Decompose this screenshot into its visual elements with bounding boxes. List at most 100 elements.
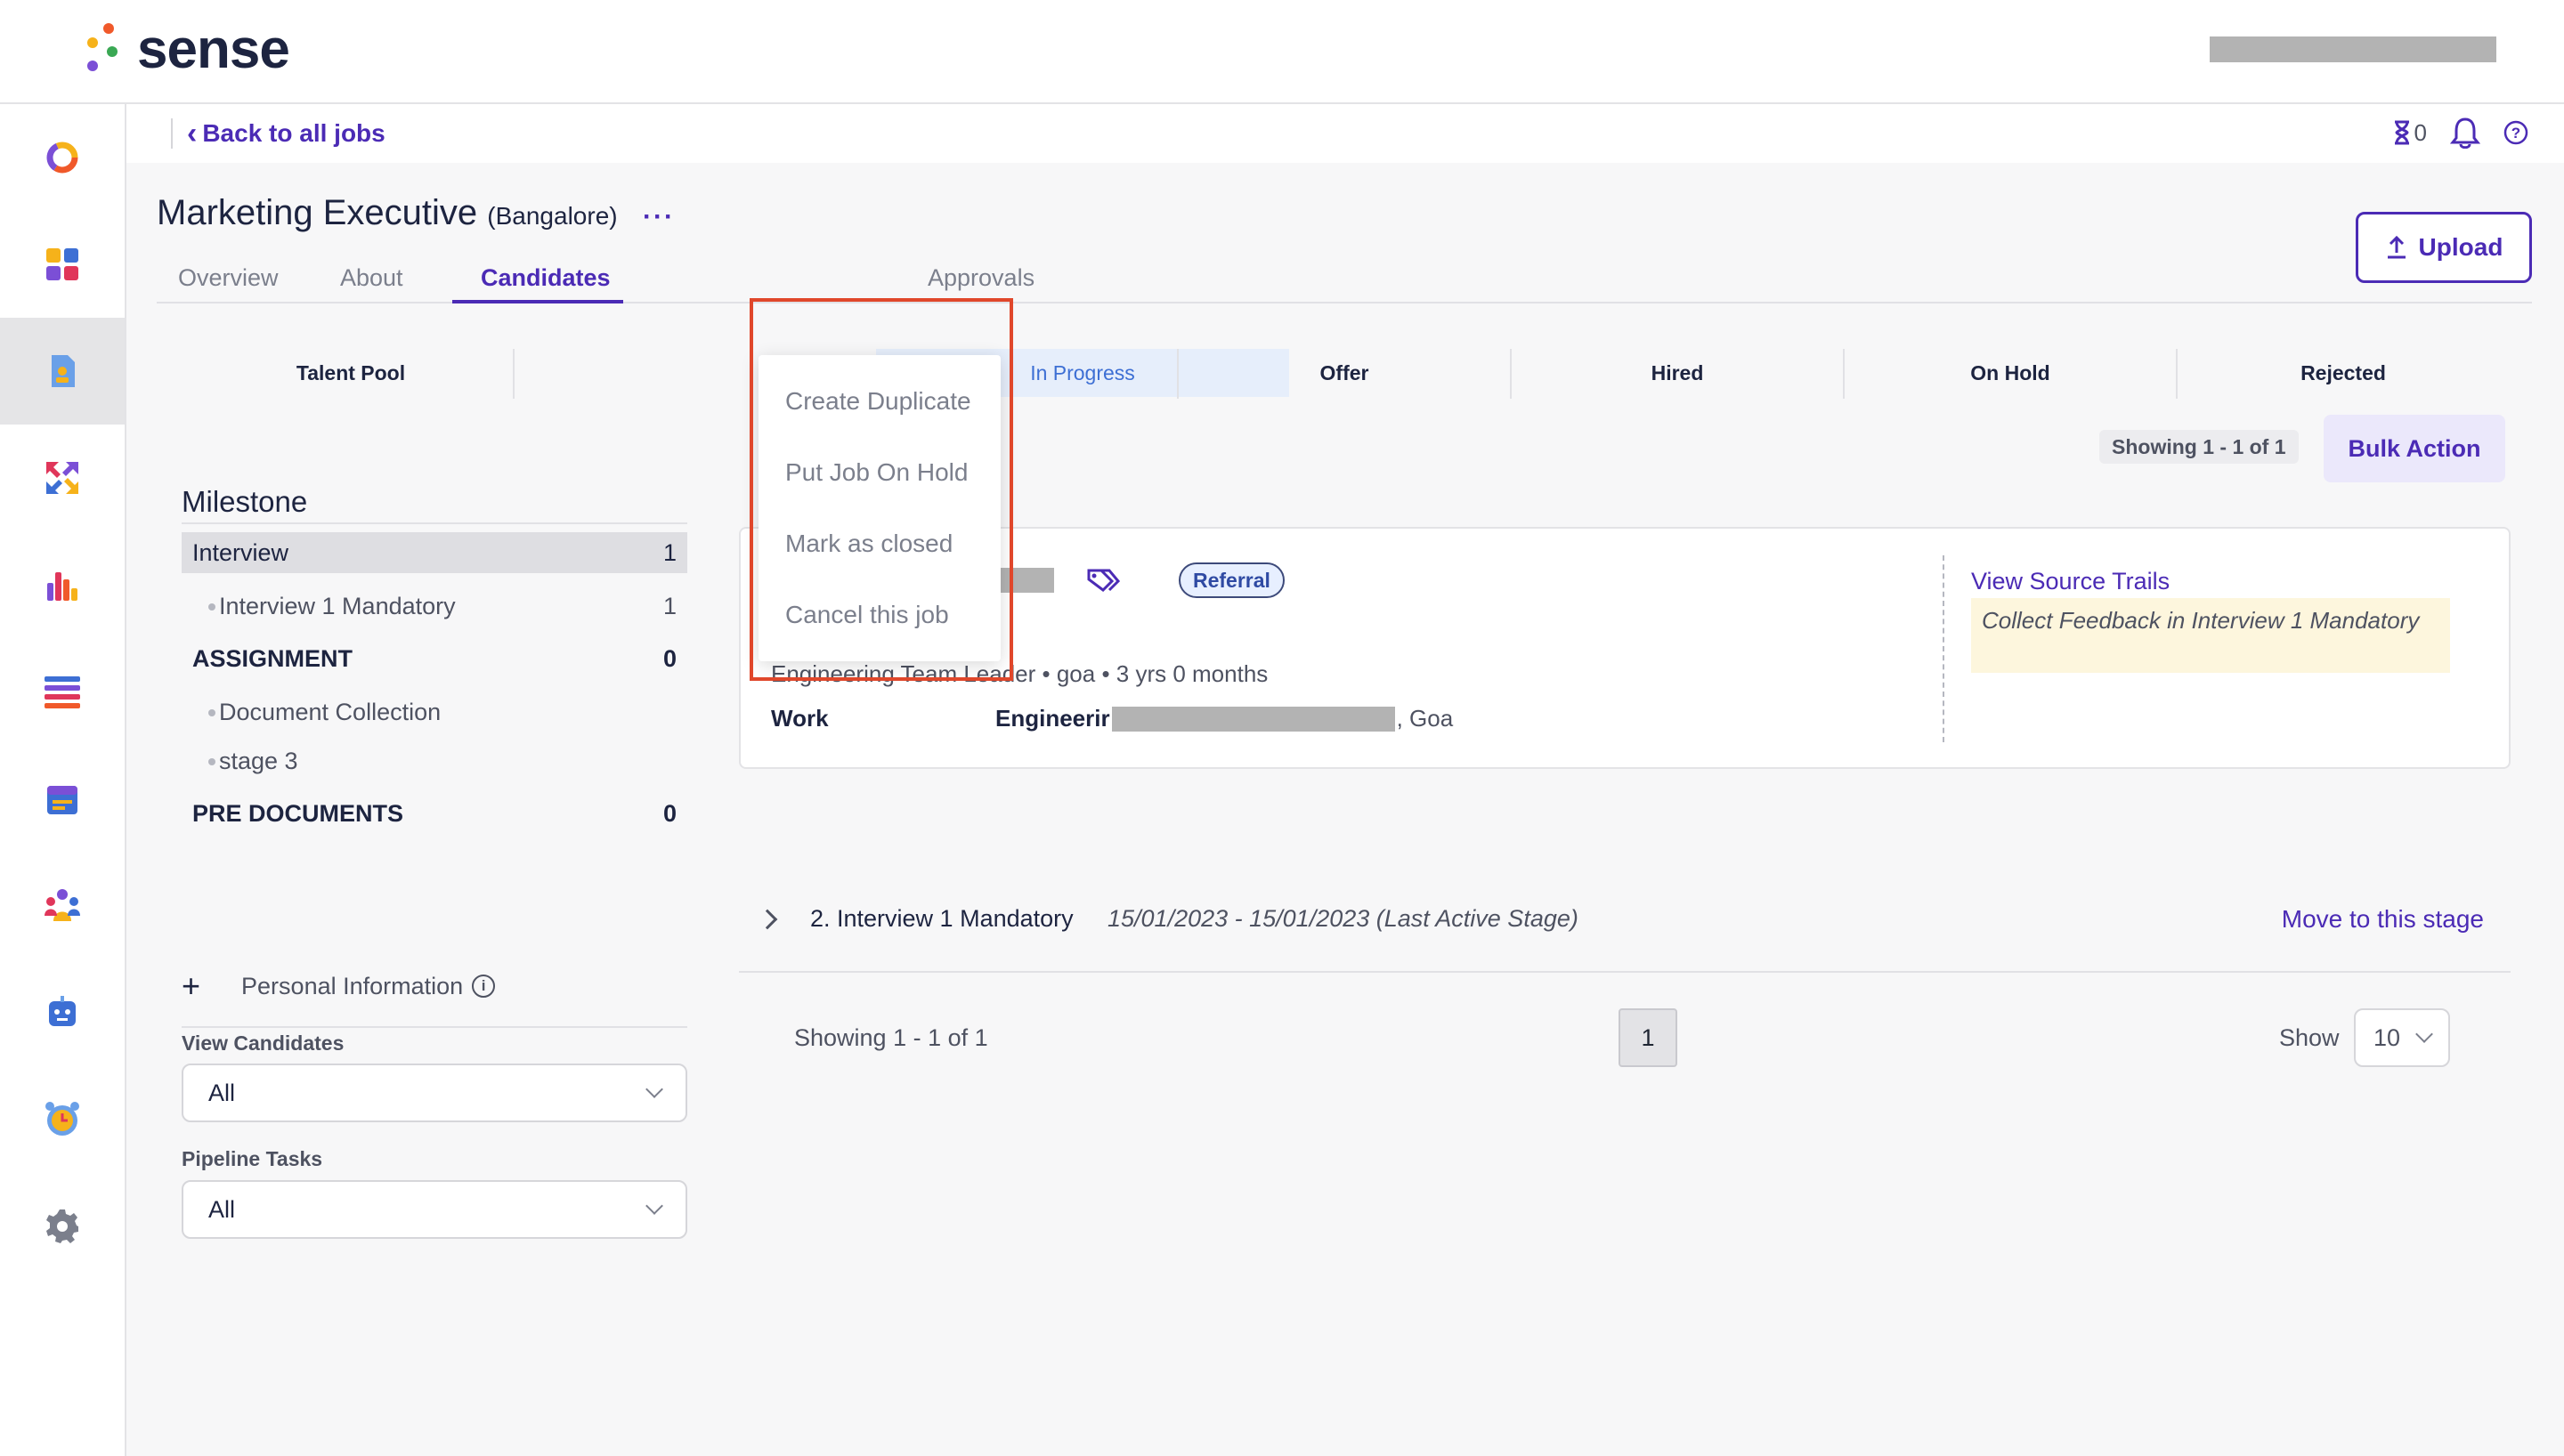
- sidebar-item-engage[interactable]: [0, 425, 125, 531]
- list-icon: [45, 676, 80, 708]
- tab-overview[interactable]: Overview: [178, 264, 279, 292]
- tag-icon[interactable]: [1086, 568, 1120, 595]
- stage-name: 2. Interview 1 Mandatory: [810, 905, 1074, 932]
- sidebar-item-teams[interactable]: [0, 852, 125, 959]
- menu-item-cancel-job[interactable]: Cancel this job: [785, 601, 949, 629]
- page-button[interactable]: 1: [1619, 1008, 1677, 1067]
- milestone-item[interactable]: Interview 1: [182, 532, 687, 573]
- page-size-select[interactable]: 10: [2354, 1008, 2450, 1067]
- logo[interactable]: sense: [84, 18, 290, 80]
- svg-text:?: ?: [2511, 125, 2520, 142]
- bullet-dot: [208, 758, 215, 765]
- sidebar-item-reminders[interactable]: [0, 1065, 125, 1172]
- milestone-label: stage 3: [219, 747, 298, 774]
- bot-icon: [49, 996, 76, 1026]
- card-divider: [1943, 555, 1944, 742]
- people-icon: [45, 889, 80, 921]
- work-label: Work: [771, 705, 829, 732]
- stage-hired[interactable]: Hired: [1512, 349, 1843, 397]
- bell-icon[interactable]: [2450, 117, 2480, 149]
- tab-approvals[interactable]: Approvals: [928, 264, 1035, 292]
- work-value: Engineerir , Goa: [995, 705, 1453, 732]
- pipeline-tasks-select[interactable]: All: [182, 1180, 687, 1239]
- milestone-subitem[interactable]: Document Collection: [182, 692, 687, 732]
- milestone-item[interactable]: PRE DOCUMENTS 0: [182, 793, 687, 834]
- milestone-subitem[interactable]: stage 3: [182, 740, 687, 781]
- milestone-count: 1: [662, 592, 677, 619]
- work-company: Engineerir: [995, 705, 1110, 732]
- milestone-subitem[interactable]: Interview 1 Mandatory 1: [182, 586, 687, 627]
- chevron-right-icon[interactable]: [757, 909, 778, 930]
- milestone-label: PRE DOCUMENTS: [192, 799, 404, 827]
- stage-offer[interactable]: Offer: [1179, 349, 1510, 397]
- stage-rejected[interactable]: Rejected: [2178, 349, 2509, 397]
- pagination-summary: Showing 1 - 1 of 1: [794, 1024, 988, 1051]
- referral-badge: Referral: [1179, 562, 1285, 598]
- milestone-heading: Milestone: [182, 485, 308, 518]
- main-content: ‹ Back to all jobs 0 ? Marketing Executi…: [126, 104, 2564, 1456]
- sidebar-item-settings[interactable]: [0, 1172, 125, 1279]
- milestone-label: Interview: [192, 538, 289, 566]
- bullet-dot: [208, 709, 215, 716]
- view-candidates-select[interactable]: All: [182, 1064, 687, 1122]
- job-options-menu: Create Duplicate Put Job On Hold Mark as…: [759, 355, 1001, 661]
- help-icon[interactable]: ?: [2503, 120, 2528, 145]
- tab-candidates[interactable]: Candidates: [481, 264, 611, 292]
- stage-divider: [513, 349, 515, 399]
- info-icon[interactable]: i: [472, 975, 496, 998]
- view-source-trails-link[interactable]: View Source Trails: [1971, 568, 2170, 595]
- job-title: Marketing Executive: [157, 193, 478, 232]
- plus-icon: +: [182, 967, 201, 1004]
- milestone-label: Interview 1 Mandatory: [219, 592, 456, 619]
- results-count: Showing 1 - 1 of 1: [2099, 430, 2299, 464]
- sidebar-item-dashboard[interactable]: [0, 104, 125, 211]
- work-location: , Goa: [1396, 705, 1454, 732]
- active-tab-indicator: [452, 300, 623, 303]
- move-to-stage-link[interactable]: Move to this stage: [2282, 905, 2484, 934]
- menu-item-put-on-hold[interactable]: Put Job On Hold: [785, 458, 968, 487]
- milestone-count: 0: [662, 799, 677, 827]
- divider: [182, 522, 687, 524]
- back-to-jobs-link[interactable]: ‹ Back to all jobs: [171, 116, 385, 150]
- menu-item-mark-closed[interactable]: Mark as closed: [785, 530, 953, 558]
- sidebar-item-apps[interactable]: [0, 211, 125, 318]
- page-size-label: Show: [2279, 1024, 2340, 1051]
- bullet-dot: [208, 603, 215, 611]
- top-bar: sense: [0, 0, 2564, 104]
- page-title: Marketing Executive (Bangalore): [157, 193, 618, 233]
- user-menu-redacted[interactable]: [2210, 36, 2496, 62]
- stage-talent-pool[interactable]: Talent Pool: [182, 349, 520, 397]
- stage-on-hold[interactable]: On Hold: [1845, 349, 2176, 397]
- menu-item-create-duplicate[interactable]: Create Duplicate: [785, 387, 971, 416]
- header-icons: 0 ?: [2393, 117, 2528, 149]
- pipeline-tasks-label: Pipeline Tasks: [182, 1147, 323, 1170]
- chevron-down-icon: [2415, 1025, 2433, 1043]
- work-redacted: [1111, 706, 1395, 732]
- chevron-left-icon: ‹: [187, 116, 198, 150]
- milestone-count: 0: [662, 644, 677, 672]
- view-candidates-label: View Candidates: [182, 1031, 345, 1055]
- gear-icon: [46, 1209, 78, 1243]
- bulk-action-button[interactable]: Bulk Action: [2324, 415, 2505, 482]
- job-location: (Bangalore): [487, 202, 618, 230]
- sidebar-item-bot[interactable]: [0, 959, 125, 1065]
- milestone-item[interactable]: ASSIGNMENT 0: [182, 638, 687, 679]
- candidate-card[interactable]: Referral Id: 123 Engineering Team Leader…: [739, 527, 2511, 769]
- stage-dates: 15/01/2023 - 15/01/2023 (Last Active Sta…: [1108, 905, 1578, 932]
- personal-information-toggle[interactable]: + Personal Information i: [182, 967, 496, 1005]
- sidebar-item-calendar[interactable]: [0, 745, 125, 852]
- candidate-meta: Engineering Team Leader • goa • 3 yrs 0 …: [771, 660, 1269, 687]
- divider: [182, 1026, 687, 1028]
- back-link-label: Back to all jobs: [202, 119, 385, 147]
- tab-about[interactable]: About: [340, 264, 403, 292]
- sidebar-item-jobs[interactable]: [0, 318, 125, 425]
- sidebar: [0, 104, 126, 1456]
- sidebar-item-lists[interactable]: [0, 638, 125, 745]
- hourglass-counter[interactable]: 0: [2393, 119, 2427, 147]
- candidate-stage-row: 2. Interview 1 Mandatory 15/01/2023 - 15…: [739, 886, 2511, 973]
- sidebar-item-analytics[interactable]: [0, 531, 125, 638]
- bar-chart-icon: [47, 572, 77, 601]
- pending-task-note: Collect Feedback in Interview 1 Mandator…: [1971, 598, 2450, 673]
- more-options-button[interactable]: ···: [643, 202, 675, 232]
- hourglass-icon: [2394, 120, 2409, 145]
